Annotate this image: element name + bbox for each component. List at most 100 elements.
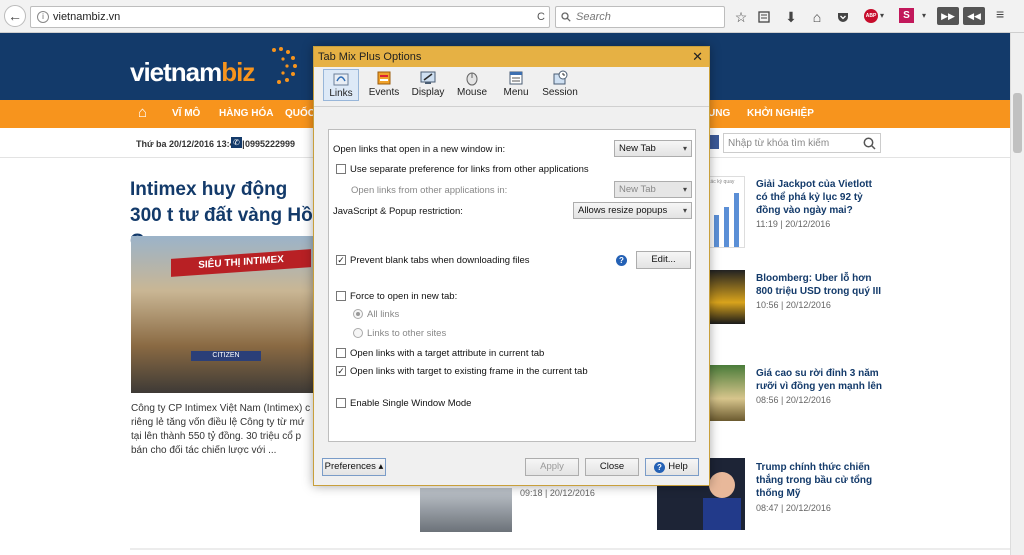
all-links-label: All links <box>367 309 400 320</box>
page-scrollbar[interactable] <box>1010 33 1024 555</box>
use-separate-pref-checkbox[interactable] <box>336 164 346 174</box>
other-apps-label: Open links from other applications in: <box>351 185 508 196</box>
download-icon[interactable]: ⬇ <box>784 6 798 28</box>
current-date: Thứ ba 20/12/2016 13:41 | <box>136 139 245 149</box>
chevron-down-icon: ▾ <box>682 144 687 153</box>
tab-label: Session <box>542 87 578 98</box>
tab-separator <box>314 106 709 107</box>
info-icon[interactable]: i <box>37 11 49 23</box>
browser-toolbar: ← i vietnambiz.vn C Search ☆ ⬇ ⌂ ABP ▾ S… <box>0 0 1024 33</box>
nav-item-partial[interactable]: UNG <box>708 100 730 128</box>
phone-icon: ✆ <box>231 137 242 148</box>
nav-item-khoi-nghiep[interactable]: KHỞI NGHIỆP <box>747 100 814 128</box>
chart-caption: các kỳ quay <box>708 179 735 185</box>
help-button[interactable]: ? Help <box>645 458 699 476</box>
forward-nav-icon[interactable]: ▶▶ <box>937 7 959 25</box>
home-nav-icon[interactable]: ⌂ <box>138 104 147 121</box>
js-popup-value: Allows resize popups <box>578 205 668 216</box>
site-search-placeholder: Nhập từ khóa tìm kiếm <box>728 138 830 149</box>
target-attr-label: Open links with a target attribute in cu… <box>350 348 545 359</box>
events-icon <box>377 71 391 85</box>
nav-item-vi-mo[interactable]: VĨ MÔ <box>172 100 200 128</box>
pocket-icon[interactable] <box>836 6 850 28</box>
logo-text: vietnam <box>130 57 222 87</box>
help-icon[interactable]: ? <box>616 255 627 266</box>
chevron-down-icon: ▾ <box>682 206 687 215</box>
adblock-icon[interactable]: ABP <box>864 9 878 23</box>
site-logo[interactable]: vietnambiz <box>130 57 255 88</box>
display-icon <box>420 71 436 84</box>
other-apps-select[interactable]: New Tab ▾ <box>614 181 692 198</box>
back-button[interactable]: ← <box>4 5 26 27</box>
side-article-time: 10:56 | 20/12/2016 <box>756 300 831 310</box>
side-article-title[interactable]: Trump chính thức chiến thắng trong bầu c… <box>756 461 886 500</box>
all-links-radio[interactable] <box>353 309 363 319</box>
prevent-blank-label: Prevent blank tabs when downloading file… <box>350 255 530 266</box>
scrollbar-thumb[interactable] <box>1013 93 1022 153</box>
single-window-label: Enable Single Window Mode <box>350 398 472 409</box>
back-nav-icon[interactable]: ◀◀ <box>963 7 985 25</box>
back-arrow-icon: ← <box>8 8 22 24</box>
open-links-select[interactable]: New Tab ▾ <box>614 140 692 157</box>
edit-button[interactable]: Edit... <box>636 251 691 269</box>
tab-events[interactable]: Events <box>366 69 402 101</box>
links-settings-panel: Open links that open in a new window in:… <box>328 129 696 442</box>
mid-article-time: 09:18 | 20/12/2016 <box>520 488 595 498</box>
chevron-down-icon[interactable]: ▾ <box>880 11 884 20</box>
chevron-down-icon[interactable]: ▾ <box>922 11 926 20</box>
close-button[interactable]: Close <box>585 458 639 476</box>
menu-icon[interactable]: ≡ <box>996 6 1004 22</box>
side-article-time: 08:56 | 20/12/2016 <box>756 395 831 405</box>
side-article-time: 11:19 | 20/12/2016 <box>756 219 831 229</box>
side-article-taxi-image[interactable] <box>707 270 745 324</box>
js-popup-label: JavaScript & Popup restriction: <box>333 206 463 217</box>
session-icon <box>553 70 568 85</box>
tab-display[interactable]: Display <box>410 69 446 101</box>
open-links-value: New Tab <box>619 143 656 154</box>
side-article-chart-image[interactable]: các kỳ quay <box>707 176 745 248</box>
tab-label: Links <box>329 88 353 99</box>
search-placeholder: Search <box>576 11 611 23</box>
side-article-rubber-image[interactable] <box>707 365 745 421</box>
side-article-title[interactable]: Giá cao su rời đỉnh 3 năm rưỡi vì đồng y… <box>756 367 886 393</box>
tab-mouse[interactable]: Mouse <box>454 69 490 101</box>
other-apps-value: New Tab <box>619 184 656 195</box>
close-icon[interactable]: ✕ <box>692 47 703 67</box>
facebook-icon[interactable] <box>710 135 719 149</box>
menu-list-icon <box>509 71 523 85</box>
side-article-title[interactable]: Bloomberg: Uber lỗ hơn 800 triệu USD tro… <box>756 272 886 298</box>
tab-menu[interactable]: Menu <box>498 69 534 101</box>
site-search-input[interactable]: Nhập từ khóa tìm kiếm <box>723 133 881 153</box>
dialog-title: Tab Mix Plus Options <box>318 51 422 63</box>
nav-item-hang-hoa[interactable]: HÀNG HÓA <box>219 100 273 128</box>
prevent-blank-checkbox[interactable]: ✓ <box>336 255 346 265</box>
target-frame-label: Open links with target to existing frame… <box>350 366 588 377</box>
target-attr-checkbox[interactable] <box>336 348 346 358</box>
reload-icon[interactable]: C <box>537 7 545 27</box>
open-links-label: Open links that open in a new window in: <box>333 144 506 155</box>
links-other-sites-radio[interactable] <box>353 328 363 338</box>
force-open-checkbox[interactable] <box>336 291 346 301</box>
tab-session[interactable]: Session <box>540 69 580 101</box>
url-bar[interactable]: i vietnambiz.vn C <box>30 6 550 28</box>
search-icon <box>561 12 571 22</box>
chevron-down-icon: ▾ <box>682 185 687 194</box>
hotline-number: 0995222999 <box>245 139 296 149</box>
js-popup-select[interactable]: Allows resize popups ▾ <box>573 202 692 219</box>
tab-links[interactable]: Links <box>323 69 359 101</box>
mid-article-image[interactable] <box>420 488 512 532</box>
bookmark-star-icon[interactable]: ☆ <box>733 6 749 28</box>
apply-button[interactable]: Apply <box>525 458 579 476</box>
url-text: vietnambiz.vn <box>53 11 121 23</box>
dialog-title-bar[interactable]: Tab Mix Plus Options ✕ <box>314 47 709 67</box>
headline-image[interactable]: SIÊU THỊ INTIMEX CITIZEN <box>131 236 314 393</box>
side-article-title[interactable]: Giải Jackpot của Vietlott có thể phá kỷ … <box>756 178 886 217</box>
preferences-button[interactable]: Preferences ▴ <box>322 458 386 476</box>
target-frame-checkbox[interactable]: ✓ <box>336 366 346 376</box>
s-extension-icon[interactable]: S <box>899 8 914 23</box>
search-icon[interactable] <box>863 137 876 150</box>
browser-search-input[interactable]: Search <box>555 6 725 28</box>
single-window-checkbox[interactable] <box>336 398 346 408</box>
reading-list-icon[interactable] <box>757 6 771 28</box>
home-icon[interactable]: ⌂ <box>810 6 824 28</box>
